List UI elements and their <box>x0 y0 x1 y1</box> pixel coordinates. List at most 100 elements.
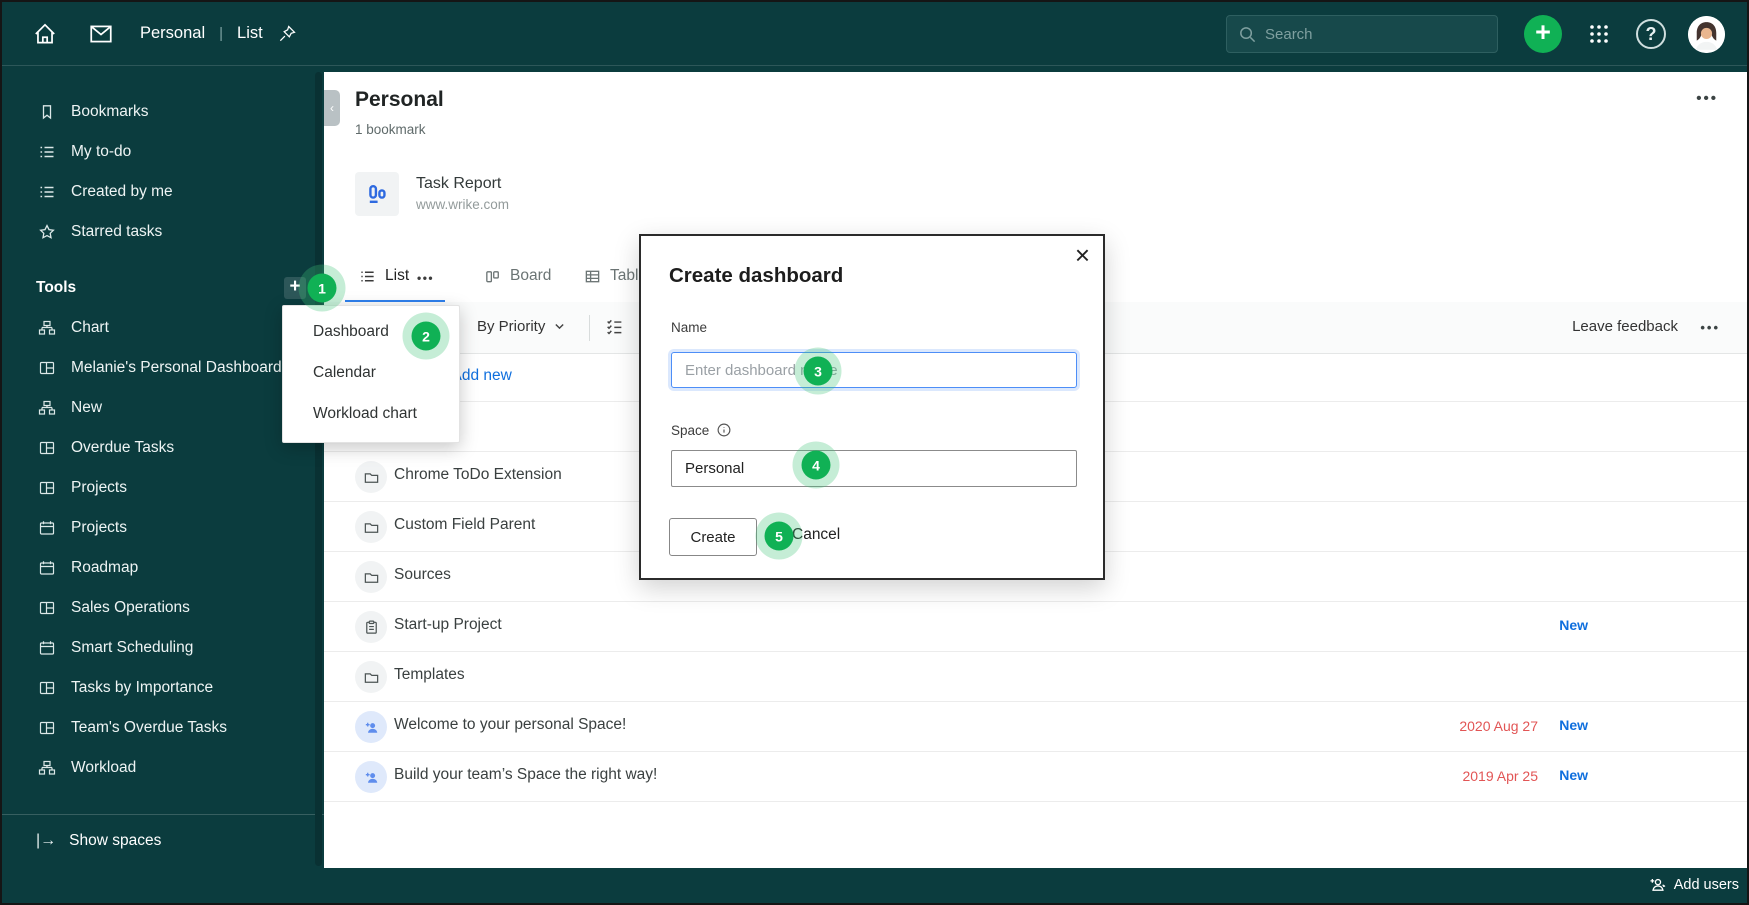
project-clipboard-icon <box>355 611 387 643</box>
tab-list[interactable]: List <box>359 267 409 285</box>
sidebar-item-label: Smart Scheduling <box>71 639 194 656</box>
dashboard-icon <box>38 359 56 377</box>
apps-grid-icon[interactable] <box>1580 15 1618 53</box>
sidebar-item-melanies-dashboard[interactable]: Melanie's Personal Dashboard <box>2 348 324 388</box>
help-button[interactable]: ? <box>1636 19 1666 49</box>
sidebar-item-created-by-me[interactable]: Created by me <box>2 172 324 212</box>
space-selected-value: Personal <box>685 460 745 477</box>
list-view-icon <box>359 268 376 285</box>
tools-label: Tools <box>36 279 77 296</box>
add-tool-button[interactable]: + <box>284 277 306 299</box>
sidebar-item-label: Melanie's Personal Dashboard <box>71 359 282 376</box>
search-box <box>1226 15 1498 53</box>
new-badge[interactable]: New <box>1559 717 1588 733</box>
add-users-label: Add users <box>1673 876 1739 893</box>
todo-list-icon <box>38 143 56 161</box>
breadcrumb-space[interactable]: Personal <box>140 24 205 43</box>
new-badge[interactable]: New <box>1559 767 1588 783</box>
list-item-build-team-space[interactable]: Build your team’s Space the right way! 2… <box>324 752 1747 802</box>
sidebar-item-roadmap[interactable]: Roadmap <box>2 548 324 588</box>
fields-filter-icon[interactable] <box>605 317 624 336</box>
sidebar-item-starred-tasks[interactable]: Starred tasks <box>2 212 324 252</box>
search-input[interactable] <box>1227 16 1497 52</box>
list-item-startup-project[interactable]: Start-up Project New <box>324 602 1747 652</box>
tab-board[interactable]: Board <box>484 267 551 285</box>
info-icon <box>717 423 731 437</box>
sidebar-item-sales-operations[interactable]: Sales Operations <box>2 588 324 628</box>
close-icon[interactable]: × <box>1075 242 1090 268</box>
tools-section-header: Tools + <box>2 268 324 308</box>
sidebar-item-clipped <box>2 795 324 808</box>
question-icon: ? <box>1645 23 1657 44</box>
expand-arrow-icon: |→ <box>36 832 57 849</box>
menu-item-calendar[interactable]: Calendar <box>283 352 459 393</box>
list-item-templates[interactable]: Templates <box>324 652 1747 702</box>
step-badge-1: 1 <box>307 273 337 303</box>
sort-by-dropdown[interactable]: By Priority <box>477 318 566 335</box>
step-badge-4: 4 <box>801 450 831 480</box>
space-select[interactable]: Personal <box>671 450 1077 487</box>
bookmark-card[interactable]: Task Report www.wrike.com <box>355 172 509 216</box>
star-icon <box>38 223 56 241</box>
sidebar-item-label: Chart <box>71 319 109 336</box>
calendar-icon <box>38 559 56 577</box>
sidebar-item-label: My to-do <box>71 143 132 160</box>
tab-table[interactable]: Table <box>584 267 647 285</box>
sidebar-item-new[interactable]: New <box>2 388 324 428</box>
collapse-sidebar-button[interactable]: ‹ <box>324 90 340 126</box>
sidebar-item-label: Tasks by Importance <box>71 679 214 696</box>
org-chart-icon <box>38 759 56 777</box>
menu-item-workload-chart[interactable]: Workload chart <box>283 393 459 434</box>
create-button[interactable]: Create <box>669 518 757 556</box>
sidebar-item-label: New <box>71 399 103 416</box>
sidebar-item-workload[interactable]: Workload <box>2 748 324 788</box>
space-more-button[interactable]: ••• <box>1696 90 1718 107</box>
report-chart-icon <box>355 172 399 216</box>
chevron-down-icon <box>555 323 565 330</box>
mail-icon[interactable] <box>88 21 114 47</box>
tab-label: Board <box>510 267 552 284</box>
page-title: Personal <box>355 88 444 111</box>
item-name: Chrome ToDo Extension <box>394 466 562 483</box>
new-badge[interactable]: New <box>1559 617 1588 633</box>
pin-icon[interactable] <box>277 24 297 44</box>
toolbar-more-button[interactable]: ••• <box>1700 320 1720 335</box>
tab-list-more-button[interactable]: ••• <box>417 271 434 285</box>
item-name: Start-up Project <box>394 616 502 633</box>
sidebar-item-tasks-by-importance[interactable]: Tasks by Importance <box>2 668 324 708</box>
sidebar-item-projects-calendar[interactable]: Projects <box>2 508 324 548</box>
create-dashboard-modal: × Create dashboard Name Space Personal C… <box>639 234 1105 580</box>
sidebar-item-teams-overdue-tasks[interactable]: Team's Overdue Tasks <box>2 708 324 748</box>
sidebar-item-overdue-tasks[interactable]: Overdue Tasks <box>2 428 324 468</box>
item-name: Welcome to your personal Space! <box>394 716 627 733</box>
dashboard-icon <box>38 479 56 497</box>
breadcrumb-view[interactable]: List <box>237 24 263 43</box>
sidebar-item-label: Created by me <box>71 183 173 200</box>
folder-icon <box>355 461 387 493</box>
create-new-button[interactable]: + <box>1524 15 1562 53</box>
sidebar-item-my-todo[interactable]: My to-do <box>2 132 324 172</box>
org-chart-icon <box>38 399 56 417</box>
sidebar-item-projects-dashboard[interactable]: Projects <box>2 468 324 508</box>
tab-label: List <box>385 267 410 284</box>
add-users-button[interactable]: Add users <box>1648 875 1739 894</box>
dashboard-name-input[interactable] <box>671 352 1077 388</box>
add-user-icon <box>1650 878 1665 891</box>
sidebar-item-bookmarks[interactable]: Bookmarks <box>2 92 324 132</box>
show-spaces-button[interactable]: |→ Show spaces <box>2 821 324 861</box>
list-item-welcome-space[interactable]: Welcome to your personal Space! 2020 Aug… <box>324 702 1747 752</box>
leave-feedback-link[interactable]: Leave feedback <box>1572 318 1678 335</box>
cancel-button[interactable]: Cancel <box>792 526 840 544</box>
home-icon[interactable] <box>32 21 58 47</box>
sidebar-item-chart[interactable]: Chart <box>2 308 324 348</box>
bottom-bar: Add users <box>2 868 1747 903</box>
sort-label: By Priority <box>477 318 546 335</box>
sidebar-item-label: Bookmarks <box>71 103 149 120</box>
bookmark-icon <box>38 103 56 121</box>
avatar[interactable] <box>1688 15 1725 53</box>
org-chart-icon <box>38 319 56 337</box>
sidebar-item-smart-scheduling[interactable]: Smart Scheduling <box>2 628 324 668</box>
bookmark-count: 1 bookmark <box>355 122 426 137</box>
dashboard-icon <box>38 439 56 457</box>
folder-icon <box>355 511 387 543</box>
